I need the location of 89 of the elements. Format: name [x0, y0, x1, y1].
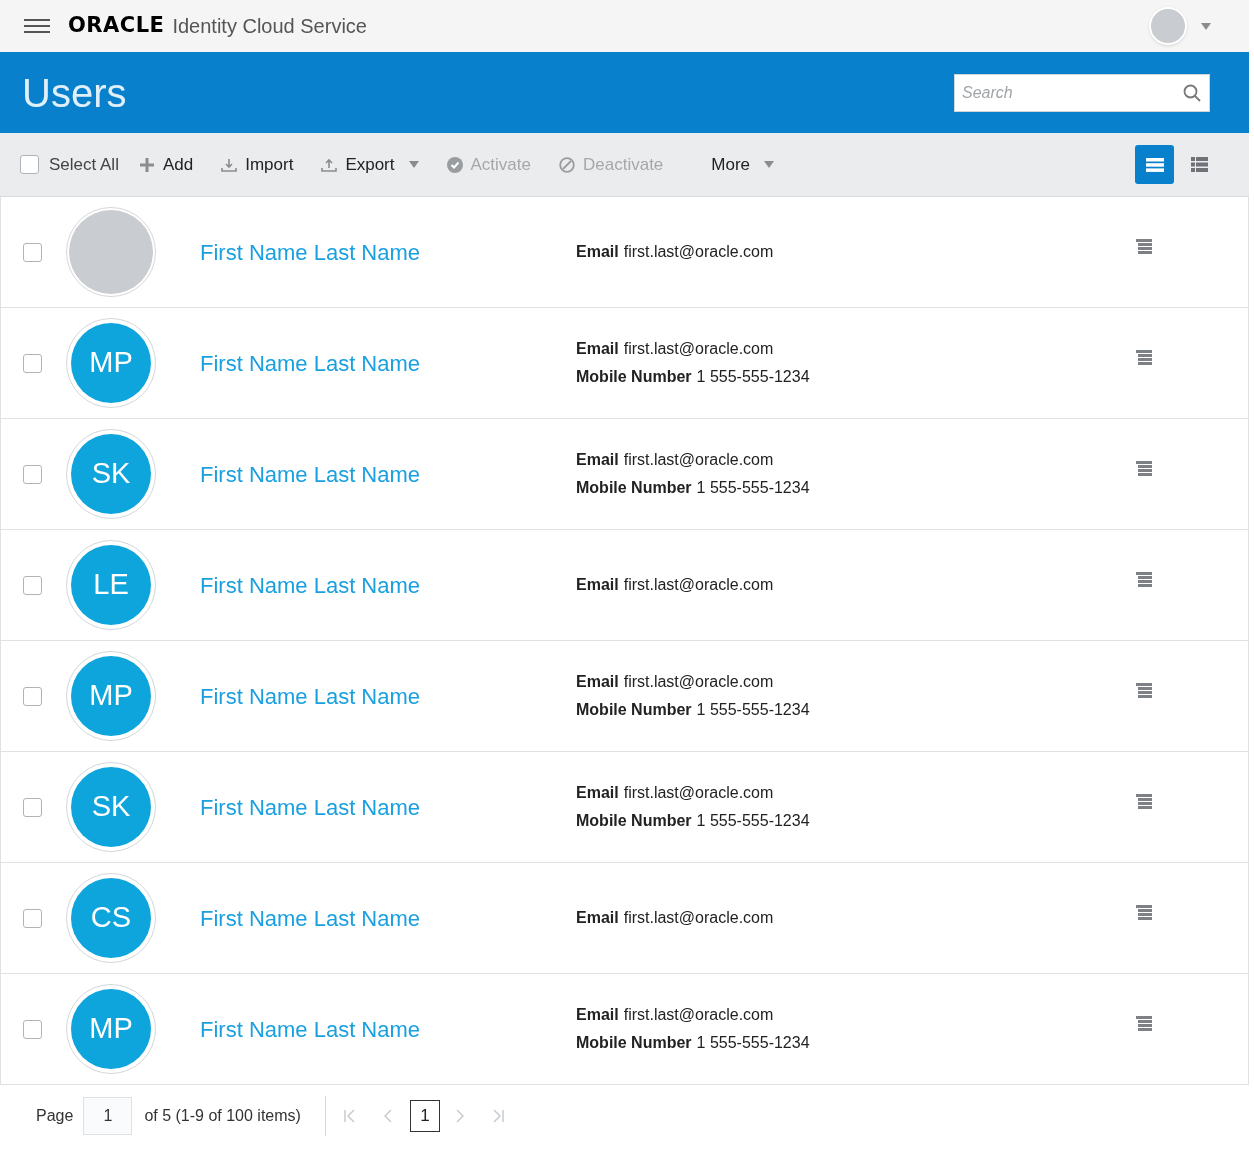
field-label: Mobile Number [576, 1033, 692, 1053]
select-all-label[interactable]: Select All [49, 151, 119, 178]
field-value: first.last@oracle.com [623, 450, 774, 470]
field-label: Email [576, 672, 619, 692]
last-page-icon[interactable] [491, 1109, 504, 1123]
download-icon [221, 157, 238, 172]
field-value: first.last@oracle.com [623, 1005, 774, 1025]
field-label: Email [576, 339, 619, 359]
field-label: Email [576, 783, 619, 803]
caret-icon [1201, 22, 1211, 30]
more-button[interactable]: More [711, 151, 775, 178]
page-button[interactable]: 1 [409, 1100, 440, 1132]
field-label: Mobile Number [576, 367, 692, 387]
caret-icon [764, 161, 775, 168]
field-value: 1 555-555-1234 [696, 478, 810, 498]
user-name-link[interactable]: First Name Last Name [200, 568, 576, 602]
user-name-link[interactable]: First Name Last Name [200, 790, 576, 824]
initials-avatar: SK [71, 767, 151, 847]
previous-page-icon[interactable] [383, 1109, 392, 1123]
menu-icon[interactable] [1136, 238, 1152, 254]
page-title: Users [22, 69, 127, 117]
field-value: first.last@oracle.com [623, 783, 774, 803]
user-name-link[interactable]: First Name Last Name [200, 235, 576, 269]
menu-icon[interactable] [24, 19, 50, 33]
check-circle-icon [446, 156, 463, 173]
field-label: Mobile Number [576, 478, 692, 498]
field-value: 1 555-555-1234 [696, 811, 810, 831]
user-name-link[interactable]: First Name Last Name [200, 346, 576, 380]
caret-icon [408, 161, 419, 168]
product-name: Identity Cloud Service [172, 14, 367, 39]
field-value: 1 555-555-1234 [696, 367, 810, 387]
field-label: Email [576, 575, 619, 595]
page-number-field[interactable]: 1 [83, 1097, 133, 1135]
field-value: first.last@oracle.com [623, 575, 774, 595]
export-button[interactable]: Export [321, 151, 419, 178]
checkbox[interactable] [23, 242, 42, 262]
plus-icon [138, 156, 155, 173]
checkbox[interactable] [23, 686, 42, 706]
page-summary: of 5 (1-9 of 100 items) [144, 1106, 301, 1126]
search-field[interactable]: Search [954, 73, 1210, 112]
checkbox[interactable] [23, 1019, 42, 1039]
field-label: Email [576, 450, 619, 470]
initials-avatar: MP [71, 323, 151, 403]
field-value: 1 555-555-1234 [696, 1033, 810, 1053]
details-view-icon [1191, 157, 1208, 172]
initials-avatar: LE [71, 545, 151, 625]
field-label: Mobile Number [576, 700, 692, 720]
field-value: first.last@oracle.com [623, 672, 774, 692]
search-icon[interactable] [1183, 83, 1201, 102]
user-name-link[interactable]: First Name Last Name [200, 457, 576, 491]
field-value: first.last@oracle.com [623, 339, 774, 359]
menu-icon[interactable] [1136, 682, 1152, 698]
checkbox[interactable] [23, 464, 42, 484]
checkbox[interactable] [23, 353, 42, 373]
list-view-button[interactable] [1135, 145, 1174, 184]
field-value: 1 555-555-1234 [696, 700, 810, 720]
upload-icon [321, 157, 338, 172]
first-page-icon[interactable] [343, 1109, 356, 1123]
field-label: Email [576, 242, 619, 262]
field-label: Mobile Number [576, 811, 692, 831]
field-label: Email [576, 908, 619, 928]
import-button[interactable]: Import [221, 151, 294, 178]
menu-icon[interactable] [1136, 1015, 1152, 1031]
initials-avatar: CS [71, 878, 151, 958]
menu-icon[interactable] [1136, 793, 1152, 809]
initials-avatar: SK [71, 434, 151, 514]
logo: ORACLE [68, 12, 165, 40]
checkbox[interactable] [23, 797, 42, 817]
checkbox[interactable] [23, 908, 42, 928]
prohibited-icon [559, 156, 575, 173]
field-value: first.last@oracle.com [623, 242, 774, 262]
checkbox[interactable] [23, 575, 42, 595]
user-name-link[interactable]: First Name Last Name [200, 679, 576, 713]
field-label: Email [576, 1005, 619, 1025]
user-name-link[interactable]: First Name Last Name [200, 901, 576, 935]
initials-avatar: MP [71, 656, 151, 736]
field-value: first.last@oracle.com [623, 908, 774, 928]
checkbox[interactable] [20, 155, 39, 174]
initials-avatar: MP [71, 989, 151, 1069]
menu-icon[interactable] [1136, 904, 1152, 920]
menu-icon[interactable] [1136, 571, 1152, 587]
user-name-link[interactable]: First Name Last Name [200, 1012, 576, 1046]
avatar-photo-placeholder[interactable] [1149, 7, 1187, 45]
add-button[interactable]: Add [138, 151, 194, 178]
menu-icon[interactable] [1136, 460, 1152, 476]
menu-icon[interactable] [1136, 349, 1152, 365]
list-view-icon [1145, 156, 1164, 173]
next-page-icon[interactable] [455, 1109, 464, 1123]
page-label: Page [36, 1106, 74, 1126]
